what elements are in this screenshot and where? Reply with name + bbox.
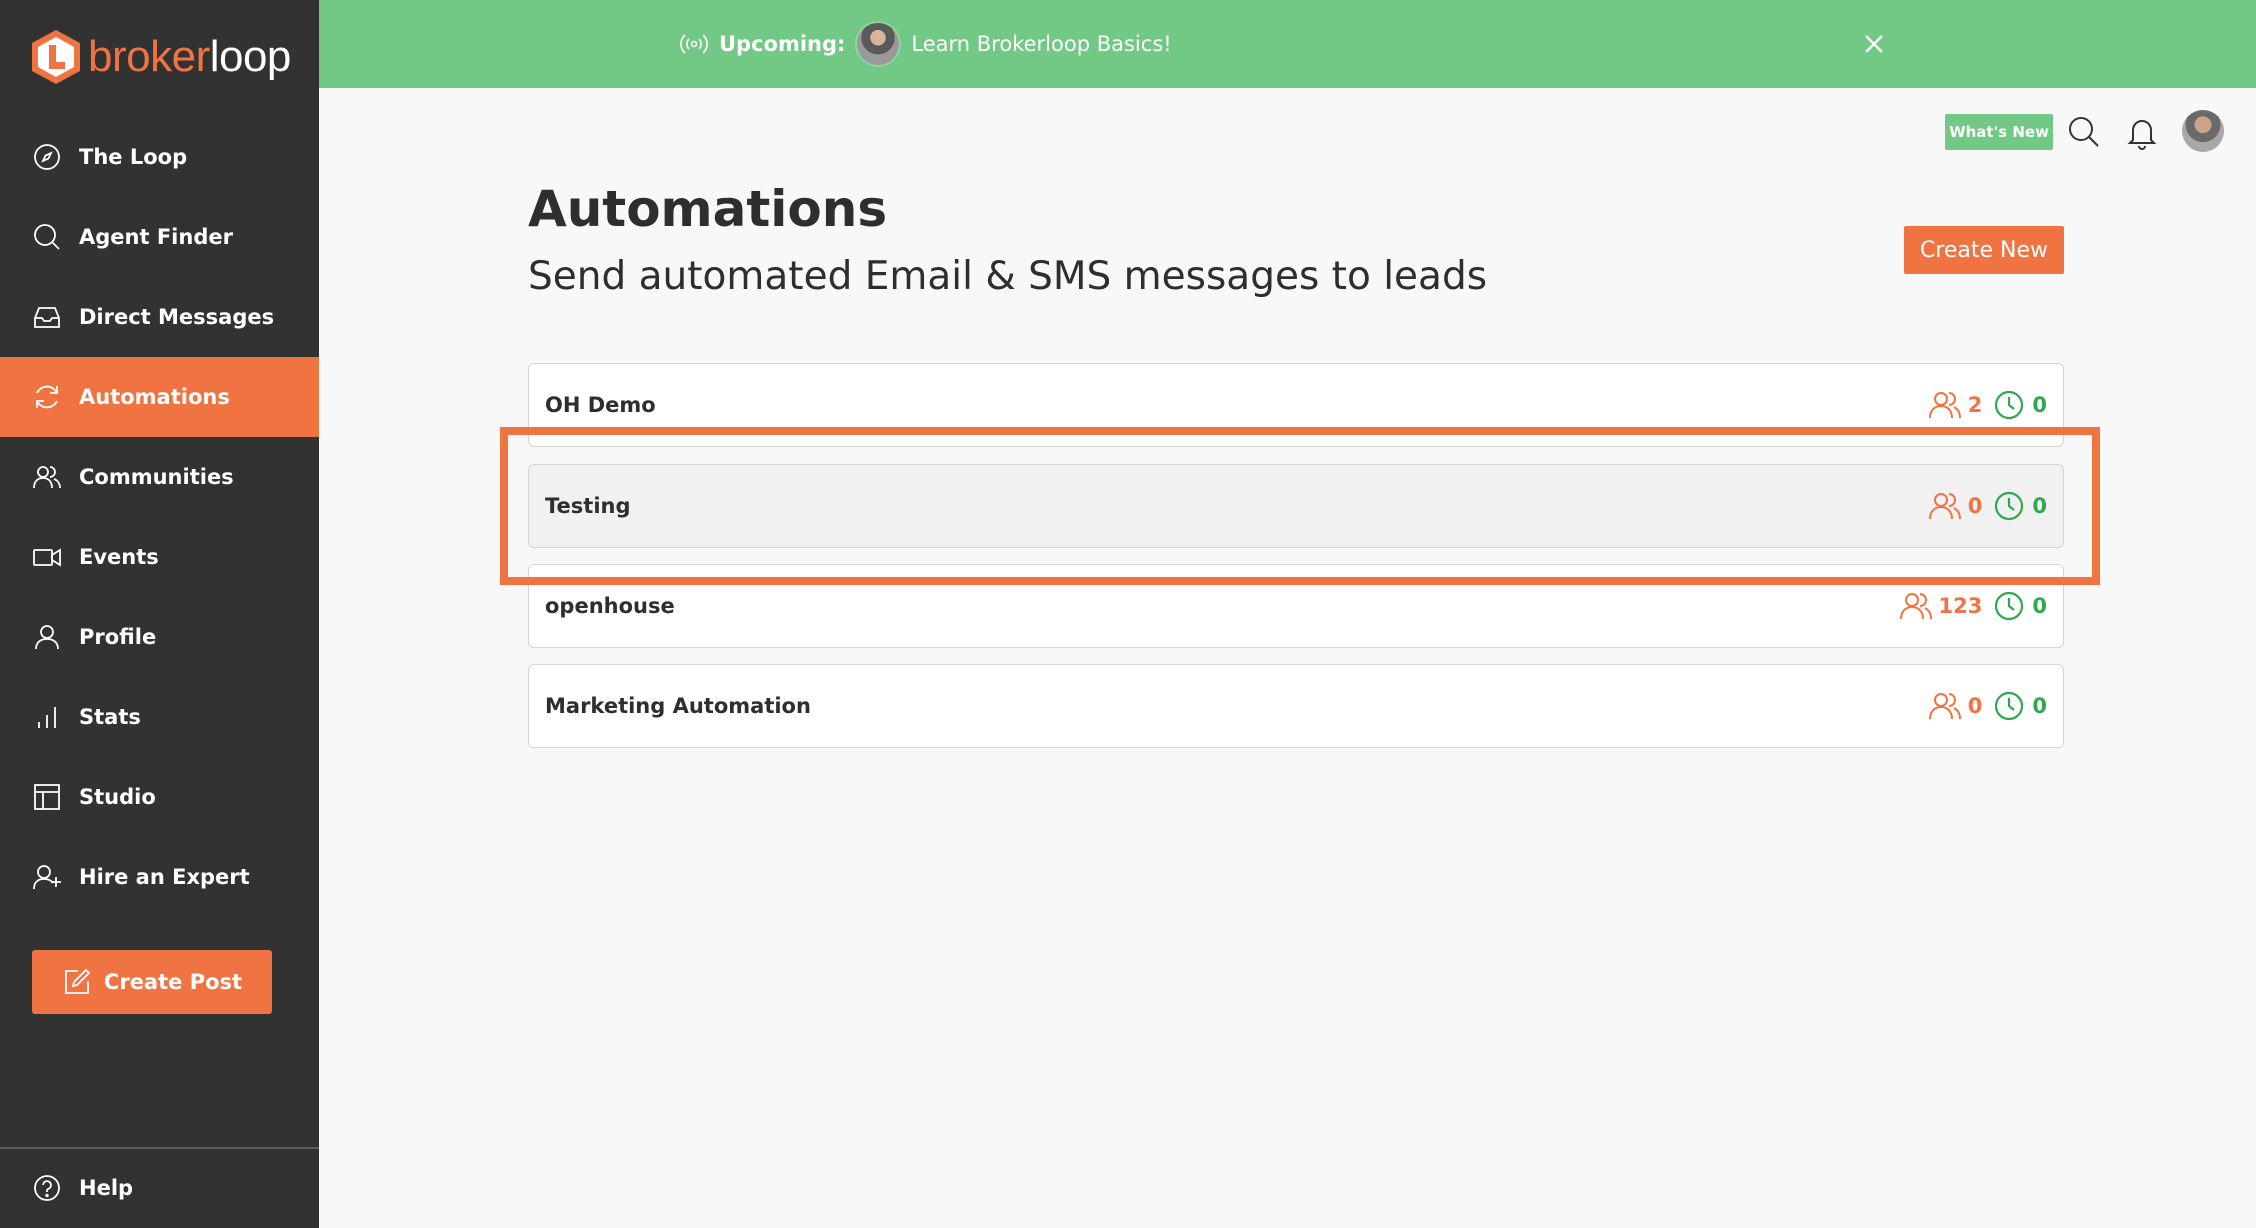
brokerloop-logo[interactable]: brokerloop [30,26,291,88]
sidebar-item-label: Stats [79,705,141,729]
page-title: Automations [528,180,888,238]
sidebar-item-agent-finder[interactable]: Agent Finder [0,197,319,277]
sidebar-item-help[interactable]: Help [0,1148,319,1228]
automation-stats: 123 0 [1899,589,2047,623]
automation-row[interactable]: Marketing Automation 0 0 [528,664,2064,748]
sidebar-item-label: Communities [79,465,234,489]
upcoming-event-banner: Upcoming: Learn Brokerloop Basics! [319,0,2256,88]
bell-icon [2127,120,2157,150]
user-avatar[interactable] [2182,110,2224,152]
host-avatar [855,21,902,67]
compass-icon [32,142,62,172]
enrolled-count: 0 [1928,489,1982,523]
sidebar: brokerloop The Loop Agent Finder Direct … [0,0,319,1228]
sidebar-item-communities[interactable]: Communities [0,437,319,517]
sidebar-item-profile[interactable]: Profile [0,597,319,677]
users-icon [1899,593,1932,620]
page-subtitle: Send automated Email & SMS messages to l… [528,254,1488,299]
sidebar-item-direct-messages[interactable]: Direct Messages [0,277,319,357]
broadcast-icon [679,29,709,59]
video-icon [32,542,62,572]
logo-icon [32,30,80,84]
clock-icon [1995,691,2024,721]
edit-icon [65,968,91,994]
clock-icon [1995,491,2024,521]
users-icon [32,462,62,492]
logo-text: brokerloop [88,32,291,81]
sidebar-item-stats[interactable]: Stats [0,677,319,757]
automation-stats: 0 0 [1928,489,2047,523]
scheduled-count: 0 [1992,589,2047,623]
clock-icon [1995,390,2024,420]
automation-name: OH Demo [545,393,656,417]
sidebar-item-label: Events [79,545,159,569]
sidebar-item-automations[interactable]: Automations [0,357,319,437]
search-button[interactable] [2066,114,2102,150]
sidebar-item-studio[interactable]: Studio [0,757,319,837]
sidebar-item-label: Direct Messages [79,305,275,329]
automation-row[interactable]: openhouse 123 0 [528,564,2064,648]
inbox-icon [32,302,62,332]
sidebar-nav: The Loop Agent Finder Direct Messages Au… [0,117,319,917]
create-post-button[interactable]: Create Post [32,950,272,1014]
search-icon [32,222,62,252]
users-icon [1928,493,1961,520]
clock-icon [1995,591,2024,621]
sidebar-item-label: The Loop [79,145,188,169]
automation-name: Marketing Automation [545,694,811,718]
upcoming-label: Upcoming: [719,32,846,56]
automation-stats: 0 0 [1928,689,2047,723]
sidebar-item-label: Agent Finder [79,225,233,249]
enrolled-count: 0 [1928,689,1982,723]
whats-new-button[interactable]: What's New [1945,114,2053,150]
users-icon [1928,392,1961,419]
sidebar-item-label: Studio [79,785,156,809]
automation-name: Testing [545,494,631,518]
automation-row[interactable]: Testing 0 0 [528,464,2064,548]
refresh-icon [32,382,62,412]
help-icon [32,1173,62,1203]
banner-content[interactable]: Upcoming: Learn Brokerloop Basics! [679,0,1172,88]
sidebar-item-label: Hire an Expert [79,865,250,889]
bar-chart-icon [32,702,62,732]
user-plus-icon [32,862,62,892]
sidebar-item-the-loop[interactable]: The Loop [0,117,319,197]
create-post-label: Create Post [103,970,243,994]
sidebar-item-events[interactable]: Events [0,517,319,597]
user-icon [32,622,62,652]
enrolled-count: 2 [1928,388,1982,422]
notifications-button[interactable] [2124,114,2160,150]
sidebar-item-label: Profile [79,625,157,649]
automation-row[interactable]: OH Demo 2 0 [528,363,2064,447]
scheduled-count: 0 [1992,489,2047,523]
enrolled-count: 123 [1899,589,1982,623]
scheduled-count: 0 [1992,388,2047,422]
create-new-button[interactable]: Create New [1904,226,2064,274]
close-icon [1865,35,1883,53]
close-banner-button[interactable] [1857,27,1891,61]
scheduled-count: 0 [1992,689,2047,723]
sidebar-item-hire-an-expert[interactable]: Hire an Expert [0,837,319,917]
automation-stats: 2 0 [1928,388,2047,422]
users-icon [1928,693,1961,720]
sidebar-item-label: Automations [79,385,230,409]
event-title: Learn Brokerloop Basics! [911,32,1172,56]
layout-icon [32,782,62,812]
help-label: Help [79,1176,134,1200]
search-icon [2069,117,2099,147]
automation-name: openhouse [545,594,675,618]
